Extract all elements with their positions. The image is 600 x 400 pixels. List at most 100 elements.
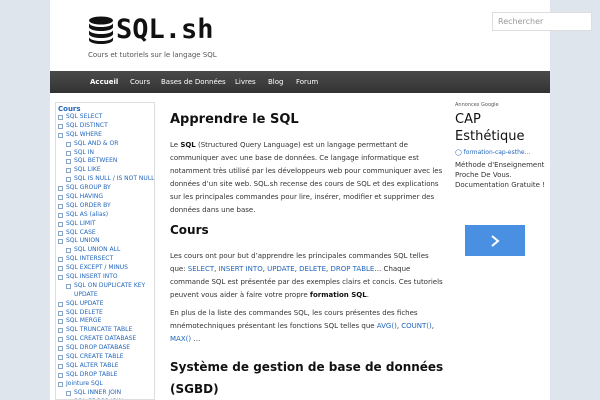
sidebar-item[interactable]: Jointure SQL bbox=[56, 380, 154, 389]
sidebar-item-label: Jointure SQL bbox=[66, 379, 103, 387]
bullet-icon bbox=[66, 168, 71, 174]
bullet-icon bbox=[58, 194, 63, 200]
link-select[interactable]: SELECT bbox=[188, 265, 214, 273]
sidebar-item[interactable]: SQL HAVING bbox=[56, 193, 154, 202]
sidebar-item-label: SQL BETWEEN bbox=[74, 157, 118, 165]
sidebar-item-label: SQL INTERSECT bbox=[66, 255, 114, 263]
sidebar-item-label: SQL DELETE bbox=[66, 308, 103, 316]
intro-paragraph: Le SQL (Structured Query Language) est u… bbox=[170, 139, 445, 217]
sidebar-item-label: SQL CREATE TABLE bbox=[66, 353, 124, 361]
nav-item-cours[interactable]: Cours bbox=[130, 71, 150, 93]
sidebar-item[interactable]: SQL INNER JOIN bbox=[56, 389, 154, 398]
sidebar-item-label: SQL EXCEPT / MINUS bbox=[66, 264, 128, 272]
link-delete[interactable]: DELETE bbox=[299, 265, 326, 273]
bullet-icon bbox=[58, 239, 63, 245]
sidebar-item[interactable]: SQL IN bbox=[56, 149, 154, 158]
sidebar-item[interactable]: SQL INSERT INTO bbox=[56, 273, 154, 282]
sidebar-item[interactable]: SQL DELETE bbox=[56, 309, 154, 318]
sidebar-item-label: SQL CREATE DATABASE bbox=[66, 335, 137, 343]
sidebar-item[interactable]: SQL LIKE bbox=[56, 166, 154, 175]
ad-url[interactable]: ◯ formation-cap-esthe… bbox=[455, 149, 550, 156]
sidebar-item[interactable]: SQL SELECT bbox=[56, 113, 154, 122]
sidebar-item[interactable]: SQL GROUP BY bbox=[56, 184, 154, 193]
link-drop-table[interactable]: DROP TABLE bbox=[330, 265, 374, 273]
sidebar-item[interactable]: SQL BETWEEN bbox=[56, 157, 154, 166]
logo-text: SQL.sh bbox=[116, 14, 214, 45]
sidebar-item[interactable]: SQL INTERSECT bbox=[56, 255, 154, 264]
sidebar-item-label: SQL GROUP BY bbox=[66, 184, 111, 192]
search-input[interactable]: Rechercher bbox=[492, 12, 592, 31]
bullet-icon bbox=[58, 221, 63, 227]
sidebar-item-label: SQL IS NULL / IS NOT NULL bbox=[74, 175, 155, 183]
fiches-text-2: … bbox=[191, 335, 201, 343]
sidebar-item-label: SQL INSERT INTO bbox=[66, 273, 118, 281]
ad-title[interactable]: CAP Esthétique bbox=[455, 111, 550, 145]
sidebar-item-label: SQL UNION ALL bbox=[74, 246, 121, 254]
sidebar-item[interactable]: SQL CREATE TABLE bbox=[56, 353, 154, 362]
sidebar-item-label: SQL DROP TABLE bbox=[66, 370, 118, 378]
bullet-icon bbox=[58, 381, 63, 387]
sidebar-item-label: SQL SELECT bbox=[66, 113, 103, 120]
sidebar-heading[interactable]: Cours bbox=[56, 103, 154, 113]
sidebar-item[interactable]: SQL EXCEPT / MINUS bbox=[56, 264, 154, 273]
bullet-icon bbox=[58, 203, 63, 209]
nav-item-forum[interactable]: Forum bbox=[296, 71, 318, 93]
link-count[interactable]: COUNT() bbox=[401, 322, 432, 330]
sidebar-item[interactable]: SQL AS (alias) bbox=[56, 211, 154, 220]
sidebar-item-label: SQL UPDATE bbox=[66, 299, 104, 307]
sidebar-item[interactable]: SQL IS NULL / IS NOT NULL bbox=[56, 175, 154, 184]
sidebar-item-label: SQL TRUNCATE TABLE bbox=[66, 326, 133, 334]
sidebar-item[interactable]: SQL DROP DATABASE bbox=[56, 344, 154, 353]
cours-text-3: . bbox=[366, 291, 369, 299]
sidebar-item-label: SQL DROP DATABASE bbox=[66, 344, 131, 352]
sidebar-item-label: SQL CASE bbox=[66, 228, 96, 236]
sidebar-item-label: SQL INNER JOIN bbox=[74, 388, 122, 396]
sidebar-item[interactable]: SQL ALTER TABLE bbox=[56, 362, 154, 371]
ad-next-button[interactable] bbox=[465, 225, 525, 256]
sidebar-item-label: SQL ALTER TABLE bbox=[66, 361, 119, 369]
sidebar-item[interactable]: SQL CASE bbox=[56, 229, 154, 238]
sidebar-item[interactable]: SQL DROP TABLE bbox=[56, 371, 154, 380]
sidebar-item[interactable]: SQL MERGE bbox=[56, 317, 154, 326]
sidebar-item[interactable]: SQL UPDATE bbox=[56, 300, 154, 309]
sidebar-item[interactable]: SQL DISTINCT bbox=[56, 122, 154, 131]
bullet-icon bbox=[58, 212, 63, 218]
link-insert-into[interactable]: INSERT INTO bbox=[219, 265, 263, 273]
sidebar-item[interactable]: SQL UNION bbox=[56, 237, 154, 246]
sidebar-item[interactable]: SQL WHERE bbox=[56, 131, 154, 140]
sidebar-item[interactable]: SQL TRUNCATE TABLE bbox=[56, 326, 154, 335]
sidebar-item[interactable]: SQL ON DUPLICATE KEY bbox=[56, 282, 154, 291]
cours-paragraph: Les cours ont pour but d’apprendre les p… bbox=[170, 250, 445, 302]
sidebar-item[interactable]: SQL CREATE DATABASE bbox=[56, 335, 154, 344]
sidebar-item[interactable]: SQL AND & OR bbox=[56, 140, 154, 149]
bullet-icon bbox=[58, 301, 63, 307]
link-update[interactable]: UPDATE bbox=[267, 265, 295, 273]
page-title: Apprendre le SQL bbox=[170, 112, 299, 127]
sidebar-item-label: SQL DISTINCT bbox=[66, 121, 108, 129]
sidebar-item-label: SQL ORDER BY bbox=[66, 201, 111, 209]
tagline: Cours et tutoriels sur le langage SQL bbox=[88, 51, 217, 59]
sidebar-item[interactable]: UPDATE bbox=[56, 291, 154, 300]
sidebar-item[interactable]: SQL ORDER BY bbox=[56, 202, 154, 211]
sidebar-item[interactable]: SQL UNION ALL bbox=[56, 246, 154, 255]
sidebar: Cours SQL SELECT SQL DISTINCT SQL WHERE SQL… bbox=[55, 102, 155, 400]
sidebar-item[interactable]: SQL LIMIT bbox=[56, 220, 154, 229]
logo[interactable]: SQL.sh bbox=[88, 15, 214, 45]
main-navbar: Accueil Cours Bases de Données Livres Bl… bbox=[50, 71, 550, 93]
sidebar-item-label: SQL AND & OR bbox=[74, 139, 119, 147]
nav-item-livres[interactable]: Livres bbox=[235, 71, 256, 93]
chevron-right-icon bbox=[491, 234, 500, 247]
link-max[interactable]: MAX() bbox=[170, 335, 191, 343]
bullet-icon bbox=[58, 114, 63, 120]
bullet-icon bbox=[58, 257, 63, 263]
google-ad: Annonces Google CAP Esthétique ◯ formati… bbox=[455, 102, 550, 302]
sidebar-item-label: UPDATE bbox=[74, 290, 98, 298]
ad-description: Méthode d'Enseignement Proche De Vous. D… bbox=[455, 161, 545, 189]
bullet-icon bbox=[66, 283, 71, 289]
nav-item-bases-de-donnees[interactable]: Bases de Données bbox=[161, 71, 226, 93]
bullet-icon bbox=[58, 319, 63, 325]
nav-item-accueil[interactable]: Accueil bbox=[90, 71, 118, 93]
nav-item-blog[interactable]: Blog bbox=[268, 71, 283, 93]
link-avg[interactable]: AVG() bbox=[377, 322, 397, 330]
bullet-icon bbox=[58, 328, 63, 334]
